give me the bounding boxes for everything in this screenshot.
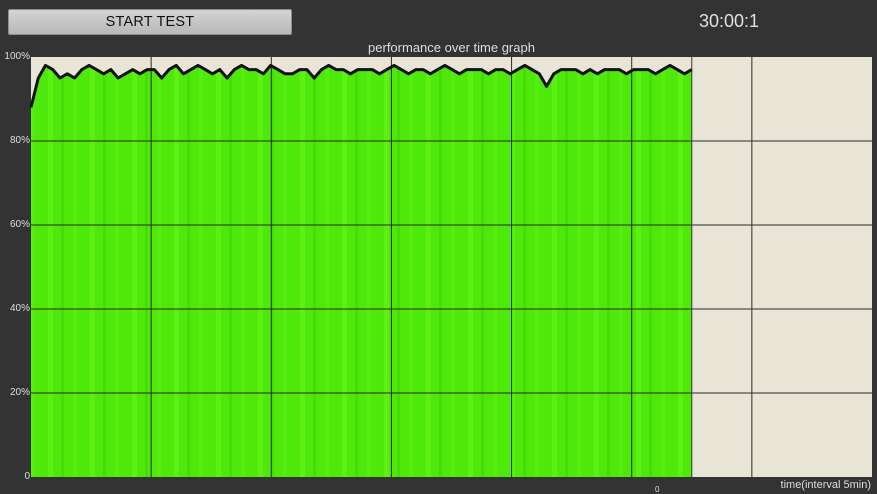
performance-area [31, 65, 692, 478]
performance-graph [29, 57, 872, 478]
x-axis-label: time(interval 5min) [780, 479, 871, 491]
